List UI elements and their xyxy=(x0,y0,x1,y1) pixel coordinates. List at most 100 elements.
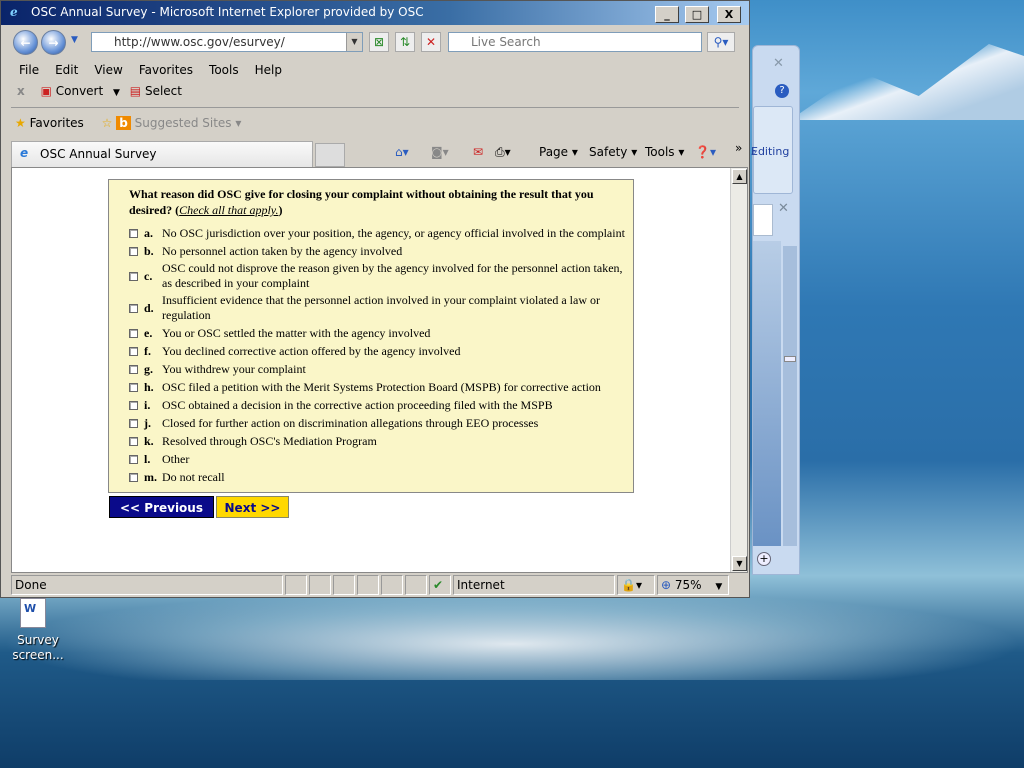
minimize-button[interactable]: _ xyxy=(655,6,679,23)
toolbar-close-icon[interactable]: x xyxy=(17,84,25,98)
help-icon[interactable]: ❓▾ xyxy=(695,145,716,159)
stop-icon[interactable]: ✕ xyxy=(421,32,441,52)
menu-help[interactable]: Help xyxy=(255,63,282,77)
checkbox[interactable] xyxy=(129,246,138,256)
menu-bar: File Edit View Favorites Tools Help xyxy=(19,63,298,77)
zoom-level: 75% xyxy=(674,578,702,592)
desktop-icon-label[interactable]: Survey screen... xyxy=(10,633,66,663)
option-letter: b. xyxy=(144,243,154,258)
word-document-icon[interactable]: W xyxy=(20,598,46,628)
compatibility-icon[interactable]: ⊠ xyxy=(369,32,389,52)
convert-icon: ▣ xyxy=(40,84,52,98)
page-menu[interactable]: Page ▾ xyxy=(539,145,578,159)
option-j[interactable]: j. Closed for further action on discrimin… xyxy=(129,415,633,431)
scroll-up-icon[interactable]: ▲ xyxy=(732,169,747,184)
status-cell xyxy=(357,575,379,595)
zoom-in-icon[interactable]: + xyxy=(757,552,771,566)
checkbox[interactable] xyxy=(129,472,138,482)
more-commands[interactable]: » xyxy=(735,141,742,155)
document-area xyxy=(753,241,781,546)
word-window-background[interactable]: ✕ ? ⌕ Editing ✕ + xyxy=(751,45,800,575)
option-l[interactable]: l. Other xyxy=(129,451,633,467)
editing-group[interactable]: ⌕ Editing xyxy=(751,106,793,194)
option-h[interactable]: h. OSC filed a petition with the Merit Sy… xyxy=(129,379,633,395)
zoom-control[interactable]: ⊕ 75% ▼ xyxy=(657,575,729,595)
checkbox[interactable] xyxy=(129,364,138,374)
menu-edit[interactable]: Edit xyxy=(55,63,78,77)
convert-button[interactable]: Convert xyxy=(56,84,103,98)
maximize-button[interactable]: □ xyxy=(685,6,709,23)
editing-label: Editing xyxy=(751,145,790,158)
wave xyxy=(0,590,1024,680)
option-letter: h. xyxy=(144,379,154,394)
option-k[interactable]: k. Resolved through OSC's Mediation Progr… xyxy=(129,433,633,449)
checkbox[interactable] xyxy=(129,328,138,338)
option-e[interactable]: e. You or OSC settled the matter with the… xyxy=(129,325,633,341)
url-text: http://www.osc.gov/esurvey/ xyxy=(114,35,285,49)
checkbox[interactable] xyxy=(129,418,138,428)
zoom-dropdown-icon[interactable]: ▼ xyxy=(715,582,722,592)
address-input[interactable]: http://www.osc.gov/esurvey/ ▼ xyxy=(91,32,363,52)
help-icon[interactable]: ? xyxy=(775,84,789,98)
checkbox[interactable] xyxy=(129,346,138,356)
close-pane-icon[interactable]: ✕ xyxy=(778,201,789,216)
search-input[interactable]: Live Search xyxy=(448,32,702,52)
scrollbar[interactable] xyxy=(783,246,797,546)
convert-dropdown-icon[interactable]: ▼ xyxy=(113,88,120,98)
address-dropdown-icon[interactable]: ▼ xyxy=(346,33,362,51)
history-dropdown-icon[interactable]: ▼ xyxy=(71,35,78,45)
checkbox[interactable] xyxy=(129,436,138,446)
option-text: No OSC jurisdiction over your position, … xyxy=(162,225,625,240)
close-icon[interactable]: ✕ xyxy=(773,56,784,71)
tab-row: e OSC Annual Survey ⌂▾ ◙▾ ✉ ⎙▾ Page ▾ Saf… xyxy=(11,141,749,167)
checkbox[interactable] xyxy=(129,382,138,392)
status-bar: Done ✔ Internet 🔒▾ ⊕ 75% ▼ xyxy=(11,575,748,595)
option-g[interactable]: g. You withdrew your complaint xyxy=(129,361,633,377)
add-favorites-icon[interactable]: ☆ xyxy=(102,116,113,130)
option-text: No personnel action taken by the agency … xyxy=(162,243,403,258)
checkbox[interactable] xyxy=(129,454,138,464)
back-button[interactable]: ← xyxy=(13,30,38,55)
checkbox[interactable] xyxy=(129,228,138,238)
option-b[interactable]: b. No personnel action taken by the agenc… xyxy=(129,243,633,259)
forward-button[interactable]: → xyxy=(41,30,66,55)
question-text: What reason did OSC give for closing you… xyxy=(129,187,594,217)
new-tab-button[interactable] xyxy=(315,143,345,167)
option-i[interactable]: i. OSC obtained a decision in the correct… xyxy=(129,397,633,413)
search-button[interactable]: ⚲▾ xyxy=(707,32,735,52)
menu-favorites[interactable]: Favorites xyxy=(139,63,193,77)
favorites-button[interactable]: Favorites xyxy=(30,116,84,130)
previous-button[interactable]: << Previous xyxy=(109,496,214,518)
search-placeholder: Live Search xyxy=(471,35,541,49)
option-m[interactable]: m. Do not recall xyxy=(129,469,633,485)
option-a[interactable]: a. No OSC jurisdiction over your position… xyxy=(129,225,633,241)
vertical-scrollbar[interactable]: ▲ ▼ xyxy=(730,168,747,572)
safety-menu[interactable]: Safety ▾ xyxy=(589,145,637,159)
tools-menu[interactable]: Tools ▾ xyxy=(645,145,684,159)
tab-osc-annual-survey[interactable]: e OSC Annual Survey xyxy=(11,141,313,167)
checkbox[interactable] xyxy=(129,400,138,410)
menu-file[interactable]: File xyxy=(19,63,39,77)
option-text: Do not recall xyxy=(162,469,225,484)
zoom-icon: ⊕ xyxy=(661,578,672,592)
protected-mode-icon[interactable]: 🔒▾ xyxy=(617,575,655,595)
option-f[interactable]: f. You declined corrective action offered… xyxy=(129,343,633,359)
feeds-icon[interactable]: ◙▾ xyxy=(431,145,449,159)
close-button[interactable]: X xyxy=(717,6,741,23)
print-icon[interactable]: ⎙▾ xyxy=(495,145,511,160)
refresh-icon[interactable]: ⇅ xyxy=(395,32,415,52)
menu-view[interactable]: View xyxy=(94,63,122,77)
home-icon[interactable]: ⌂▾ xyxy=(395,145,409,159)
mail-icon[interactable]: ✉ xyxy=(473,145,483,159)
option-c[interactable]: c. OSC could not disprove the reason give… xyxy=(129,261,633,291)
scroll-thumb[interactable] xyxy=(784,356,796,362)
checkbox[interactable] xyxy=(129,303,138,313)
scroll-down-icon[interactable]: ▼ xyxy=(732,556,747,571)
option-letter: f. xyxy=(144,343,151,358)
menu-tools[interactable]: Tools xyxy=(209,63,239,77)
option-d[interactable]: d. Insufficient evidence that the personn… xyxy=(129,293,633,323)
suggested-sites-link[interactable]: Suggested Sites ▾ xyxy=(135,116,242,130)
select-button[interactable]: Select xyxy=(145,84,182,98)
next-button[interactable]: Next >> xyxy=(216,496,289,518)
checkbox[interactable] xyxy=(129,271,138,281)
